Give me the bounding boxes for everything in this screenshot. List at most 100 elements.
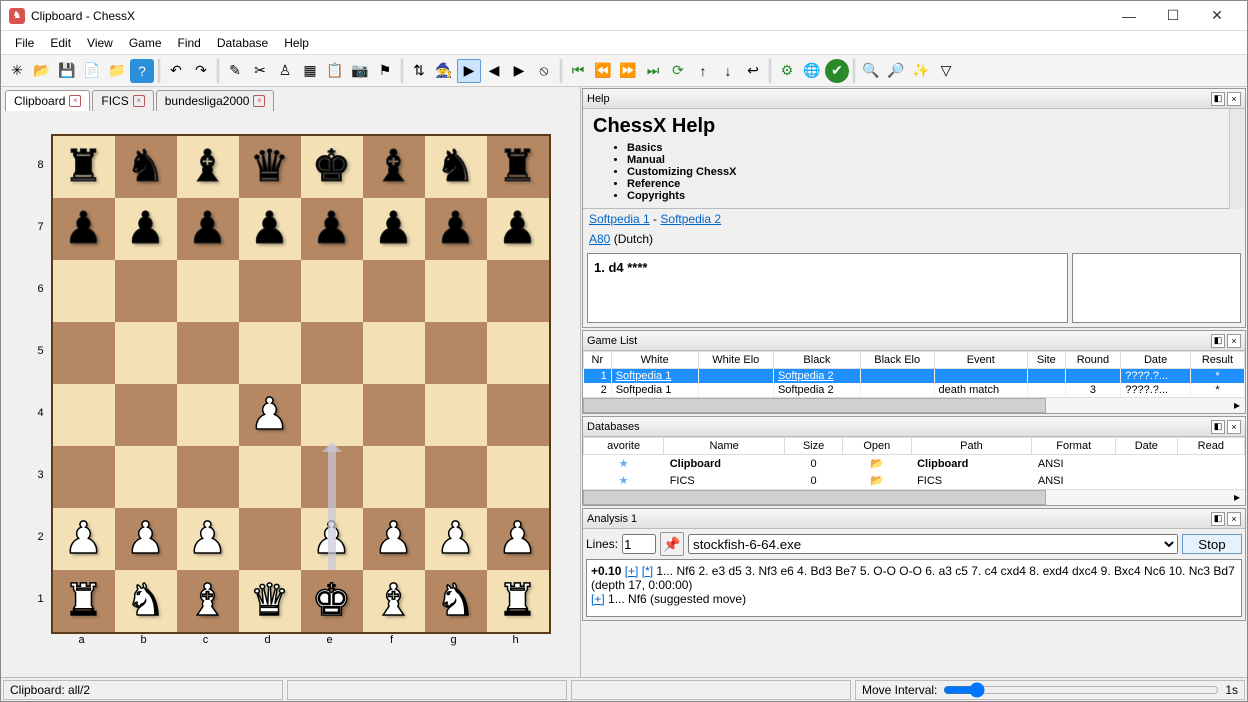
star-link[interactable]: [*] [642, 564, 653, 578]
funnel-icon[interactable]: ▽ [934, 59, 958, 83]
close-icon[interactable]: × [253, 95, 265, 107]
last-icon[interactable]: ⏭ [641, 59, 665, 83]
column-header[interactable]: Date [1116, 438, 1178, 455]
table-row[interactable]: ★FICS0📂FICSANSI [584, 472, 1245, 489]
square[interactable]: ♚ [301, 570, 363, 632]
square[interactable]: ♟ [301, 508, 363, 570]
square[interactable]: ♟ [239, 198, 301, 260]
menu-edit[interactable]: Edit [42, 33, 79, 53]
square[interactable] [487, 384, 549, 446]
square[interactable]: ♚ [301, 136, 363, 198]
square[interactable]: ♜ [53, 570, 115, 632]
plus-link[interactable]: [+] [591, 592, 605, 606]
interval-slider[interactable] [943, 682, 1219, 698]
square[interactable]: ♜ [487, 136, 549, 198]
globe-icon[interactable]: 🌐 [800, 59, 824, 83]
square[interactable]: ♟ [177, 198, 239, 260]
save-icon[interactable]: 💾 [55, 59, 79, 83]
column-header[interactable]: Date [1121, 352, 1191, 369]
folder-icon[interactable]: 📂 [870, 458, 884, 470]
square[interactable] [53, 322, 115, 384]
square[interactable]: ♟ [53, 198, 115, 260]
link-softpedia1[interactable]: Softpedia 1 [589, 212, 650, 226]
square[interactable] [177, 446, 239, 508]
stop-icon[interactable]: ⦸ [532, 59, 556, 83]
help-topic[interactable]: Customizing ChessX [627, 166, 1219, 178]
square[interactable] [425, 260, 487, 322]
table-row[interactable]: ★Clipboard0📂ClipboardANSI [584, 455, 1245, 473]
help-topic[interactable]: Reference [627, 178, 1219, 190]
engine-select[interactable]: stockfish-6-64.exe [688, 534, 1178, 554]
column-header[interactable]: Path [911, 438, 1032, 455]
help-icon[interactable]: ? [130, 59, 154, 83]
help-topic[interactable]: Basics [627, 142, 1219, 154]
play-icon[interactable]: ▶ [457, 59, 481, 83]
square[interactable] [363, 260, 425, 322]
zoom-out-icon[interactable]: 🔎 [884, 59, 908, 83]
square[interactable]: ♟ [301, 198, 363, 260]
rewind-icon[interactable]: ⏪ [591, 59, 615, 83]
square[interactable] [239, 446, 301, 508]
square[interactable] [301, 322, 363, 384]
square[interactable]: ♞ [115, 570, 177, 632]
next-icon[interactable]: ▶ [507, 59, 531, 83]
maximize-button[interactable]: ☐ [1151, 2, 1195, 30]
first-icon[interactable]: ⏮ [566, 59, 590, 83]
check-icon[interactable]: ✔ [825, 59, 849, 83]
undo-icon[interactable]: ↶ [164, 59, 188, 83]
chessboard[interactable]: ♜♞♝♛♚♝♞♜♟♟♟♟♟♟♟♟♟♟♟♟♟♟♟♟♜♞♝♛♚♝♞♜ [51, 134, 551, 634]
eco-link[interactable]: A80 [589, 232, 610, 246]
undock-icon[interactable]: ◧ [1211, 334, 1225, 348]
square[interactable] [363, 322, 425, 384]
down-icon[interactable]: ↓ [716, 59, 740, 83]
square[interactable] [363, 446, 425, 508]
new-icon[interactable]: ✳ [5, 59, 29, 83]
square[interactable] [177, 260, 239, 322]
undock-icon[interactable]: ◧ [1211, 420, 1225, 434]
help-topic[interactable]: Manual [627, 154, 1219, 166]
prev-icon[interactable]: ◀ [482, 59, 506, 83]
gear-icon[interactable]: ⚙ [775, 59, 799, 83]
table-row[interactable]: 1Softpedia 1Softpedia 2????.?...* [584, 369, 1245, 384]
square[interactable] [53, 446, 115, 508]
column-header[interactable]: Nr [584, 352, 612, 369]
square[interactable]: ♜ [487, 570, 549, 632]
help-topic[interactable]: Copyrights [627, 190, 1219, 202]
menu-help[interactable]: Help [276, 33, 317, 53]
edit-icon[interactable]: ✎ [223, 59, 247, 83]
square[interactable]: ♝ [363, 570, 425, 632]
square[interactable] [177, 384, 239, 446]
link-softpedia2[interactable]: Softpedia 2 [660, 212, 721, 226]
close-icon[interactable]: × [69, 95, 81, 107]
column-header[interactable]: Format [1032, 438, 1116, 455]
square[interactable] [301, 260, 363, 322]
column-header[interactable]: Name [664, 438, 785, 455]
square[interactable] [487, 260, 549, 322]
square[interactable]: ♟ [239, 384, 301, 446]
square[interactable] [239, 508, 301, 570]
square[interactable]: ♟ [425, 508, 487, 570]
square[interactable]: ♞ [425, 570, 487, 632]
close-icon[interactable]: × [1227, 512, 1241, 526]
flag-icon[interactable]: ⚑ [373, 59, 397, 83]
close-icon[interactable]: × [133, 95, 145, 107]
column-header[interactable]: avorite [584, 438, 664, 455]
column-header[interactable]: White Elo [698, 352, 773, 369]
menu-database[interactable]: Database [209, 33, 276, 53]
zoom-in-icon[interactable]: 🔍 [859, 59, 883, 83]
square[interactable] [115, 260, 177, 322]
gamelist-table[interactable]: NrWhiteWhite EloBlackBlack EloEventSiteR… [583, 351, 1245, 397]
board-icon[interactable]: ▦ [298, 59, 322, 83]
square[interactable] [487, 322, 549, 384]
square[interactable] [53, 260, 115, 322]
tab-bundesliga[interactable]: bundesliga2000× [156, 90, 275, 111]
minimize-button[interactable]: — [1107, 2, 1151, 30]
square[interactable]: ♟ [487, 198, 549, 260]
scrollbar[interactable]: ▸ [583, 489, 1245, 505]
square[interactable] [239, 322, 301, 384]
menu-find[interactable]: Find [170, 33, 209, 53]
column-header[interactable]: Site [1028, 352, 1066, 369]
lines-input[interactable] [622, 534, 656, 554]
tab-fics[interactable]: FICS× [92, 90, 153, 111]
forward-icon[interactable]: ⏩ [616, 59, 640, 83]
